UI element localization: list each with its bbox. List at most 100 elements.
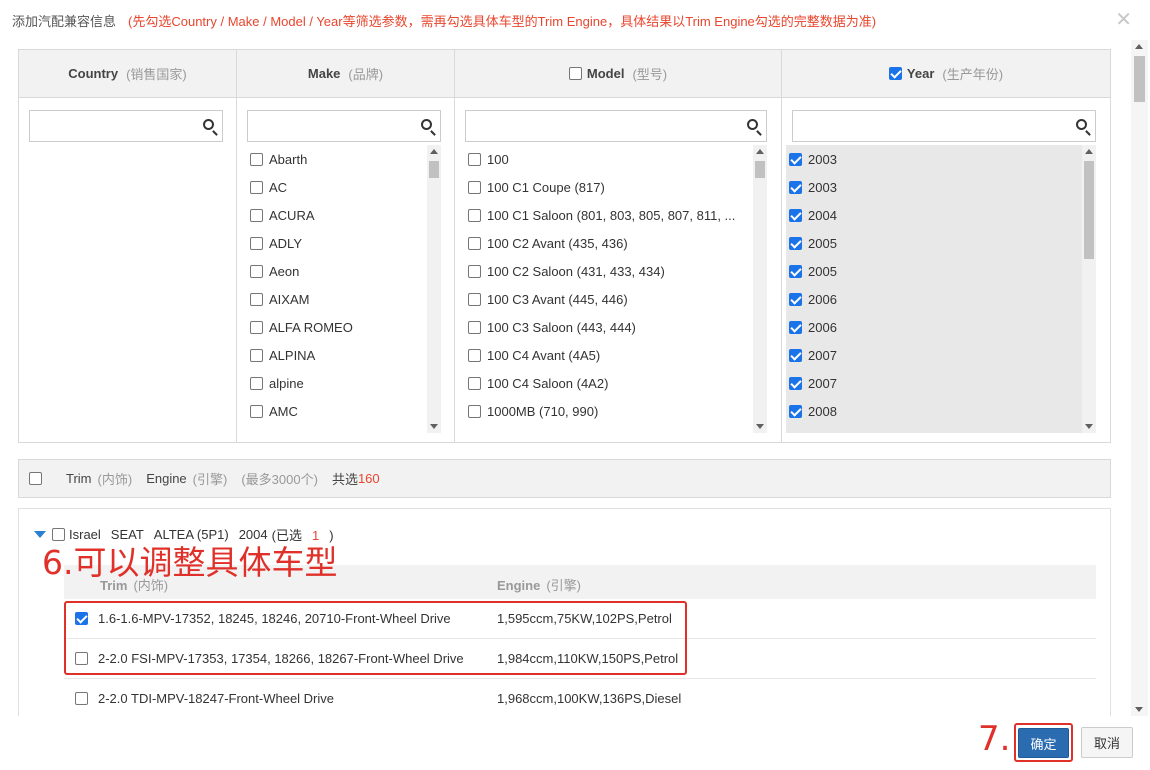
list-item[interactable]: 2008	[786, 397, 1096, 425]
list-item[interactable]: ALPINA	[247, 341, 441, 369]
table-row[interactable]: 2-2.0 TDI-MPV-18247-Front-Wheel Drive 1,…	[64, 679, 1096, 716]
list-item[interactable]: 2006	[786, 285, 1096, 313]
model-header-checkbox[interactable]	[568, 67, 582, 80]
make-checkbox[interactable]	[250, 292, 263, 306]
list-item[interactable]: alpine	[247, 369, 441, 397]
model-checkbox[interactable]	[468, 208, 481, 222]
country-column: Country (销售国家)	[19, 50, 237, 442]
year-checkbox[interactable]	[789, 180, 802, 194]
model-checkbox[interactable]	[468, 236, 481, 250]
model-checkbox[interactable]	[468, 376, 481, 390]
model-list-scrollbar[interactable]	[753, 145, 767, 433]
list-item[interactable]: Abarth	[247, 145, 441, 173]
model-checkbox[interactable]	[468, 152, 481, 166]
expand-triangle-icon[interactable]	[34, 531, 46, 538]
year-checkbox[interactable]	[789, 264, 802, 278]
list-item[interactable]: AIXAM	[247, 285, 441, 313]
make-search-input[interactable]	[247, 110, 441, 142]
list-item[interactable]: 2005	[786, 229, 1096, 257]
list-item[interactable]: 100 C1 Saloon (801, 803, 805, 807, 811, …	[465, 201, 767, 229]
trim-label: Trim	[66, 471, 92, 486]
list-item[interactable]: 2006	[786, 313, 1096, 341]
make-checkbox[interactable]	[250, 208, 263, 222]
make-checkbox[interactable]	[250, 376, 263, 390]
model-search-input[interactable]	[465, 110, 767, 142]
scroll-down-arrow-icon[interactable]	[430, 424, 438, 429]
scroll-up-arrow-icon[interactable]	[756, 149, 764, 154]
list-item[interactable]: AC	[247, 173, 441, 201]
year-checkbox[interactable]	[789, 348, 802, 362]
list-item[interactable]: 100 C3 Avant (445, 446)	[465, 285, 767, 313]
make-checkbox[interactable]	[250, 348, 263, 362]
list-item[interactable]: 2003	[786, 145, 1096, 173]
list-item[interactable]: 2007	[786, 369, 1096, 397]
group-checkbox[interactable]	[52, 528, 65, 541]
year-checkbox[interactable]	[789, 404, 802, 418]
page-scrollbar[interactable]	[1131, 40, 1148, 716]
model-checkbox[interactable]	[468, 292, 481, 306]
trim-row-checkbox[interactable]	[75, 692, 88, 705]
model-checkbox[interactable]	[468, 348, 481, 362]
scroll-thumb[interactable]	[1084, 161, 1094, 259]
year-checkbox[interactable]	[789, 376, 802, 390]
list-item[interactable]: 100	[465, 145, 767, 173]
year-search-input[interactable]	[792, 110, 1096, 142]
scroll-up-arrow-icon[interactable]	[1135, 44, 1143, 49]
list-item[interactable]: ALFA ROMEO	[247, 313, 441, 341]
make-checkbox[interactable]	[250, 320, 263, 334]
search-icon[interactable]	[1076, 119, 1087, 130]
model-list: 100 100 C1 Coupe (817) 100 C1 Saloon (801,…	[465, 145, 767, 433]
group-header[interactable]: Israel SEAT ALTEA (5P1) 2004 (已选 1)	[34, 525, 344, 544]
list-item[interactable]: 100 C3 Saloon (443, 444)	[465, 313, 767, 341]
list-item[interactable]: 100 C4 Saloon (4A2)	[465, 369, 767, 397]
confirm-button[interactable]: 确定	[1018, 728, 1069, 758]
scroll-thumb[interactable]	[1134, 56, 1145, 102]
year-checkbox[interactable]	[789, 152, 802, 166]
model-checkbox[interactable]	[468, 264, 481, 278]
year-checkbox[interactable]	[789, 292, 802, 306]
list-item[interactable]: 2003	[786, 173, 1096, 201]
scroll-thumb[interactable]	[755, 161, 765, 178]
year-checkbox[interactable]	[789, 236, 802, 250]
list-item[interactable]: 1000MB (710, 990)	[465, 397, 767, 425]
scroll-thumb[interactable]	[429, 161, 439, 178]
scroll-down-arrow-icon[interactable]	[1135, 707, 1143, 712]
list-item[interactable]: 2004	[786, 201, 1096, 229]
search-icon[interactable]	[421, 119, 432, 130]
list-item[interactable]: 2007	[786, 341, 1096, 369]
select-all-trim-checkbox[interactable]	[29, 472, 42, 485]
list-item[interactable]: Aeon	[247, 257, 441, 285]
make-checkbox[interactable]	[250, 404, 263, 418]
make-checkbox[interactable]	[250, 180, 263, 194]
model-checkbox[interactable]	[468, 320, 481, 334]
list-item[interactable]: 100 C1 Coupe (817)	[465, 173, 767, 201]
year-checkbox[interactable]	[789, 320, 802, 334]
dialog-title: 添加汽配兼容信息 (先勾选Country / Make / Model / Yea…	[12, 11, 876, 30]
list-item[interactable]: ACURA	[247, 201, 441, 229]
year-item-label: 2004	[808, 207, 837, 223]
scroll-up-arrow-icon[interactable]	[430, 149, 438, 154]
scroll-down-arrow-icon[interactable]	[756, 424, 764, 429]
make-list-scrollbar[interactable]	[427, 145, 441, 433]
scroll-down-arrow-icon[interactable]	[1085, 424, 1093, 429]
country-search-input[interactable]	[29, 110, 223, 142]
year-checkbox[interactable]	[789, 208, 802, 222]
list-item[interactable]: 100 C4 Avant (4A5)	[465, 341, 767, 369]
search-icon[interactable]	[747, 119, 758, 130]
close-icon[interactable]: ✕	[1115, 7, 1132, 31]
model-checkbox[interactable]	[468, 180, 481, 194]
cancel-button[interactable]: 取消	[1081, 727, 1133, 758]
model-checkbox[interactable]	[468, 404, 481, 418]
year-header-checkbox[interactable]	[888, 67, 902, 80]
list-item[interactable]: 100 C2 Saloon (431, 433, 434)	[465, 257, 767, 285]
search-icon[interactable]	[203, 119, 214, 130]
list-item[interactable]: ADLY	[247, 229, 441, 257]
make-checkbox[interactable]	[250, 152, 263, 166]
make-checkbox[interactable]	[250, 236, 263, 250]
make-checkbox[interactable]	[250, 264, 263, 278]
year-list-scrollbar[interactable]	[1082, 145, 1096, 433]
list-item[interactable]: AMC	[247, 397, 441, 425]
list-item[interactable]: 100 C2 Avant (435, 436)	[465, 229, 767, 257]
scroll-up-arrow-icon[interactable]	[1085, 149, 1093, 154]
list-item[interactable]: 2005	[786, 257, 1096, 285]
